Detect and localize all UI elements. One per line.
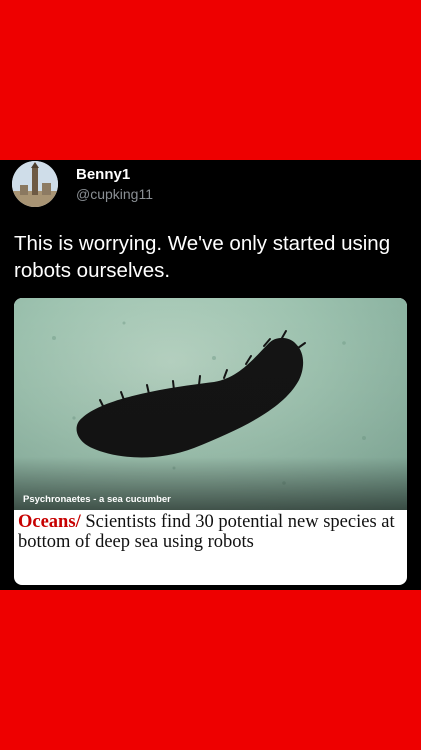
tweet-text: This is worrying. We've only started usi… <box>14 232 391 282</box>
article-headline[interactable]: Oceans/ Scientists find 30 potential new… <box>18 512 403 552</box>
author-name[interactable]: Benny1 <box>76 166 130 183</box>
red-border-bottom <box>0 590 421 750</box>
section-separator: / <box>75 512 81 532</box>
sea-cucumber-photo <box>14 298 407 510</box>
avatar-tower-icon <box>12 161 58 207</box>
author-handle[interactable]: @cupking11 <box>76 186 153 202</box>
section-label[interactable]: Oceans <box>18 512 76 532</box>
tweet: Benny1 @cupking11 This is worrying. We'v… <box>0 160 421 590</box>
article-card[interactable]: Psychronaetes - a sea cucumber Oceans/ S… <box>14 298 407 585</box>
red-border-top <box>0 0 421 160</box>
avatar[interactable] <box>12 161 58 207</box>
image-caption: Psychronaetes - a sea cucumber <box>23 494 171 505</box>
